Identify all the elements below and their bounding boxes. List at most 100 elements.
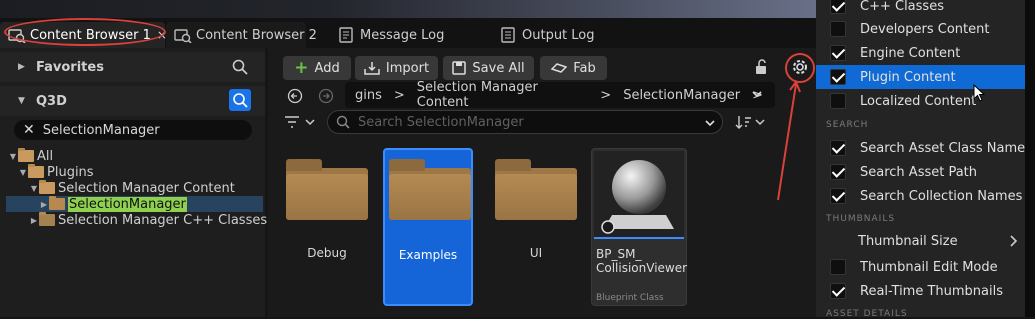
content-browser-icon (174, 27, 192, 43)
expand-arrow-icon: ▶ (40, 199, 48, 209)
message-log-icon (338, 27, 356, 43)
chevron-down-icon[interactable] (751, 88, 763, 100)
menu-item-label: Thumbnail Size (858, 233, 958, 249)
menu-item-cpp-classes[interactable]: C++ Classes (816, 0, 1035, 18)
menu-item-label: Localized Content (860, 93, 977, 109)
menu-item-developers-content[interactable]: Developers Content (816, 17, 1035, 41)
checkbox[interactable] (830, 45, 846, 61)
search-icon (336, 115, 350, 129)
tree-label: All (37, 148, 54, 164)
tab-label: Message Log (360, 27, 445, 43)
folder-icon (49, 196, 65, 210)
checkbox[interactable] (830, 0, 846, 14)
import-button[interactable]: Import (355, 56, 438, 80)
breadcrumb-separator[interactable]: > (600, 88, 611, 103)
breadcrumb-item[interactable]: Selection Manager Content (417, 80, 588, 110)
project-label: Q3D (36, 93, 67, 109)
save-icon (452, 61, 467, 75)
breadcrumb: gins > Selection Manager Content > Selec… (345, 80, 775, 110)
tree-item-selection-manager-content[interactable]: ▼ Selection Manager Content (29, 180, 235, 196)
tree-item-all[interactable]: ▼ All (8, 148, 53, 164)
favorites-header[interactable]: ▶ Favorites (0, 52, 265, 82)
tree-label: Selection Manager C++ Classes (58, 212, 268, 228)
cpp-folder-icon (39, 212, 55, 226)
menu-item-thumbnail-edit-mode[interactable]: Thumbnail Edit Mode (816, 255, 1035, 279)
checkbox[interactable] (830, 164, 846, 180)
chevron-down-icon[interactable] (704, 117, 716, 129)
filter-button[interactable] (284, 114, 320, 130)
checkbox[interactable] (830, 21, 846, 37)
save-all-label: Save All (472, 60, 525, 76)
checkbox[interactable] (830, 69, 846, 85)
viewport-strip (0, 0, 820, 18)
checkbox[interactable] (830, 93, 846, 109)
forward-arrow-icon[interactable] (318, 88, 334, 104)
menu-item-label: Thumbnail Edit Mode (860, 259, 998, 275)
tab-message-log[interactable]: Message Log (330, 22, 478, 48)
menu-item-label: Engine Content (860, 45, 961, 61)
search-input[interactable]: Search SelectionManager (327, 110, 723, 134)
annotation-circle (4, 18, 166, 46)
folder-tile-debug[interactable]: Debug (282, 148, 372, 306)
tab-content-browser-2[interactable]: Content Browser 2 (166, 22, 317, 48)
folder-tile-ui[interactable]: UI (491, 148, 581, 306)
search-toggle-button[interactable] (229, 89, 251, 111)
sort-button[interactable] (735, 114, 767, 130)
checkbox[interactable] (830, 188, 846, 204)
blueprint-tile[interactable]: BP_SM_ CollisionViewer Blueprint Class (591, 148, 687, 306)
asset-name-line: CollisionViewer (596, 261, 688, 275)
clear-icon[interactable]: ✕ (23, 122, 35, 138)
menu-item-engine-content[interactable]: Engine Content (816, 41, 1035, 65)
menu-item-localized-content[interactable]: Localized Content (816, 89, 1035, 113)
favorites-label: Favorites (36, 59, 104, 75)
menu-item-label: Search Asset Class Names (860, 140, 1032, 156)
save-all-button[interactable]: Save All (443, 56, 534, 80)
menu-item-plugin-content[interactable]: Plugin Content (816, 65, 1035, 89)
menu-item-label: Real-Time Thumbnails (860, 283, 1004, 299)
fab-icon (551, 62, 568, 74)
breadcrumb-item[interactable]: gins (355, 88, 382, 103)
annotation-arrow (777, 53, 815, 201)
back-arrow-icon[interactable] (287, 88, 303, 104)
add-button[interactable]: + Add (283, 56, 351, 80)
fab-button[interactable]: Fab (540, 56, 607, 80)
expand-arrow-icon: ▶ (18, 62, 25, 72)
tree-item-selectionmanager[interactable]: ▶ SelectionManager (39, 196, 187, 212)
tab-label: Output Log (522, 27, 595, 43)
asset-type-label: Blueprint Class (596, 293, 664, 303)
collapse-arrow-icon: ▼ (18, 96, 25, 106)
tab-output-log[interactable]: Output Log (492, 22, 642, 48)
menu-item-search-asset-path[interactable]: Search Asset Path (816, 160, 1035, 184)
menu-item-thumbnail-size[interactable]: Thumbnail Size (816, 229, 1035, 253)
checkbox[interactable] (830, 259, 846, 275)
mouse-cursor-icon (973, 84, 986, 102)
plus-icon: + (294, 58, 309, 78)
menu-item-realtime-thumbnails[interactable]: Real-Time Thumbnails (816, 279, 1035, 303)
collapse-arrow-icon: ▼ (9, 151, 17, 161)
toolbar: + Add Import Save All Fab (268, 52, 816, 82)
folder-icon (389, 159, 471, 220)
tree-item-plugins[interactable]: ▼ Plugins (18, 164, 94, 180)
folder-tile-examples[interactable]: Examples (383, 148, 473, 306)
fab-label: Fab (573, 60, 596, 76)
breadcrumb-separator[interactable]: > (394, 88, 405, 103)
checkbox[interactable] (830, 140, 846, 156)
path-filter-input[interactable]: ✕ SelectionManager (14, 120, 252, 140)
asset-name-line: BP_SM_ (596, 247, 642, 261)
breadcrumb-item[interactable]: SelectionManager (623, 88, 740, 103)
asset-label: UI (529, 246, 543, 260)
expand-arrow-icon: ▶ (30, 215, 38, 225)
unlock-icon[interactable] (755, 59, 769, 75)
menu-item-search-asset-class-names[interactable]: Search Asset Class Names (816, 136, 1035, 160)
search-icon (233, 93, 248, 108)
menu-section-header: SEARCH (826, 120, 869, 130)
asset-label: Examples (398, 248, 458, 262)
project-header[interactable]: ▼ Q3D (0, 86, 265, 116)
checkbox[interactable] (830, 283, 846, 299)
folder-icon (28, 164, 44, 178)
search-placeholder: Search SelectionManager (358, 114, 524, 130)
tree-item-selection-manager-cpp[interactable]: ▶ Selection Manager C++ Classes (29, 212, 267, 228)
window-edge (1025, 0, 1035, 317)
menu-item-search-collection-names[interactable]: Search Collection Names (816, 184, 1035, 208)
search-icon[interactable] (232, 59, 248, 75)
